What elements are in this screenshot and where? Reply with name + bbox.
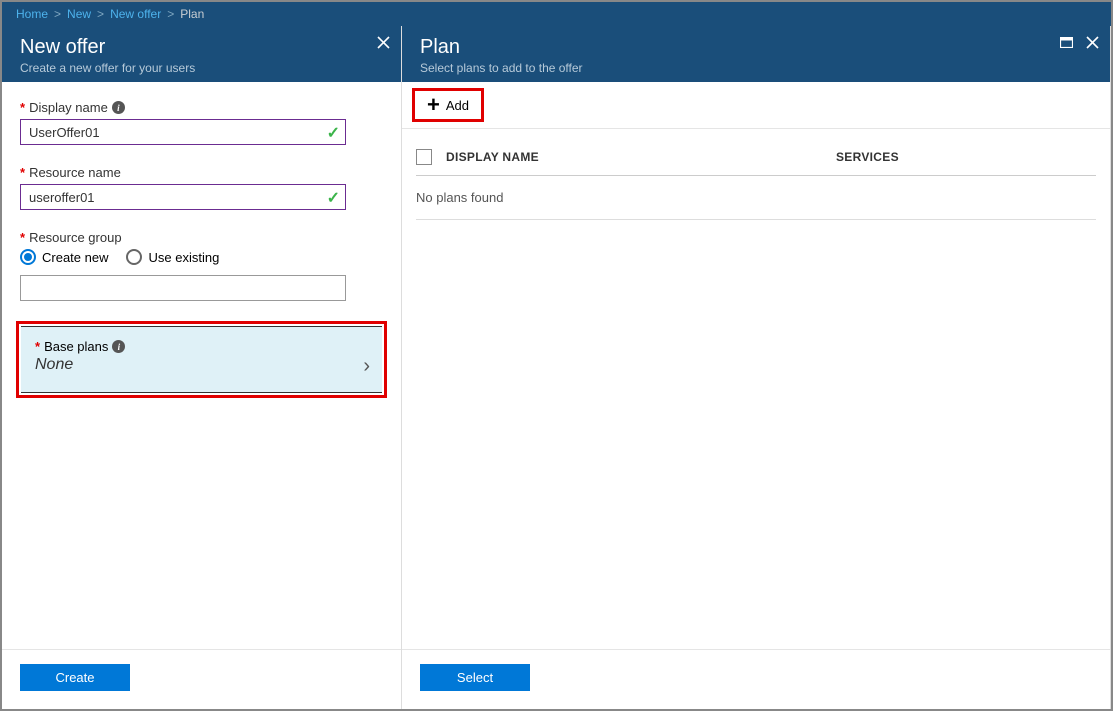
plans-table: DISPLAY NAME SERVICES No plans found xyxy=(402,129,1110,220)
blade-header-new-offer: New offer Create a new offer for your us… xyxy=(2,26,401,82)
select-button[interactable]: Select xyxy=(420,664,530,691)
resource-group-input[interactable] xyxy=(20,275,346,301)
breadcrumb-plan[interactable]: Plan xyxy=(176,7,208,21)
maximize-icon[interactable] xyxy=(1058,34,1074,50)
checkmark-icon: ✓ xyxy=(327,123,340,143)
base-plans-selector[interactable]: * Base plans i None › xyxy=(21,326,382,393)
radio-create-new-label: Create new xyxy=(42,250,108,265)
blade-plan: Plan Select plans to add to the offer + … xyxy=(402,26,1111,709)
resource-name-label: Resource name xyxy=(29,165,121,180)
display-name-label: Display name xyxy=(29,100,108,115)
info-icon[interactable]: i xyxy=(112,340,125,353)
breadcrumb-home[interactable]: Home xyxy=(12,7,52,21)
info-icon[interactable]: i xyxy=(112,101,125,114)
add-button[interactable]: + Add xyxy=(412,88,484,122)
radio-use-existing[interactable]: Use existing xyxy=(126,249,219,265)
field-display-name: * Display name i ✓ xyxy=(20,100,383,145)
required-indicator: * xyxy=(20,165,25,180)
blade-subtitle: Create a new offer for your users xyxy=(20,61,383,75)
checkmark-icon: ✓ xyxy=(327,188,340,208)
chevron-right-icon: › xyxy=(363,355,370,378)
base-plans-highlight: * Base plans i None › xyxy=(16,321,387,398)
resource-name-input[interactable] xyxy=(20,184,346,210)
column-services[interactable]: SERVICES xyxy=(836,150,1096,164)
blade-title: New offer xyxy=(20,36,383,59)
breadcrumb-separator: > xyxy=(165,7,176,21)
breadcrumb-separator: > xyxy=(95,7,106,21)
breadcrumb-separator: > xyxy=(52,7,63,21)
column-display-name[interactable]: DISPLAY NAME xyxy=(446,150,822,164)
field-resource-group: * Resource group Create new Use existing xyxy=(20,230,383,301)
add-button-label: Add xyxy=(446,98,469,113)
blade-title: Plan xyxy=(420,36,1092,59)
radio-icon xyxy=(20,249,36,265)
plus-icon: + xyxy=(427,94,440,116)
required-indicator: * xyxy=(20,230,25,245)
radio-create-new[interactable]: Create new xyxy=(20,249,108,265)
breadcrumb-new-offer[interactable]: New offer xyxy=(106,7,165,21)
close-icon[interactable] xyxy=(375,34,391,50)
base-plans-value: None xyxy=(35,356,368,374)
breadcrumb-new[interactable]: New xyxy=(63,7,95,21)
required-indicator: * xyxy=(35,339,40,354)
radio-icon xyxy=(126,249,142,265)
blade-new-offer: New offer Create a new offer for your us… xyxy=(2,26,402,709)
plan-toolbar: + Add xyxy=(402,82,1110,129)
resource-group-label: Resource group xyxy=(29,230,122,245)
breadcrumb: Home > New > New offer > Plan xyxy=(2,2,1111,26)
create-button[interactable]: Create xyxy=(20,664,130,691)
select-all-checkbox[interactable] xyxy=(416,149,432,165)
empty-state-message: No plans found xyxy=(416,176,1096,220)
required-indicator: * xyxy=(20,100,25,115)
radio-use-existing-label: Use existing xyxy=(148,250,219,265)
close-icon[interactable] xyxy=(1084,34,1100,50)
field-resource-name: * Resource name ✓ xyxy=(20,165,383,210)
display-name-input[interactable] xyxy=(20,119,346,145)
blade-header-plan: Plan Select plans to add to the offer xyxy=(402,26,1110,82)
base-plans-label: Base plans xyxy=(44,339,108,354)
blade-subtitle: Select plans to add to the offer xyxy=(420,61,1092,75)
